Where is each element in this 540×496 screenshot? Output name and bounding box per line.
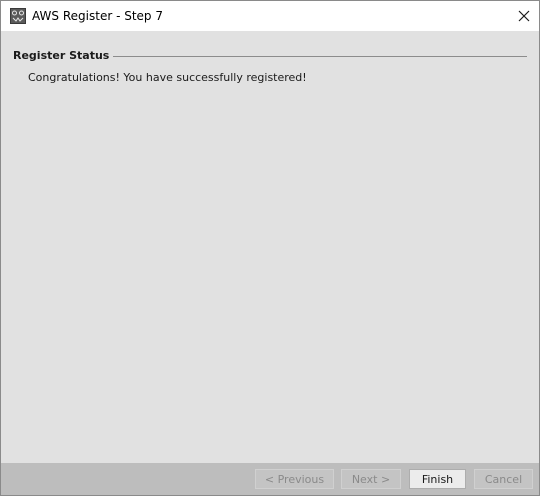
status-message: Congratulations! You have successfully r… bbox=[28, 71, 307, 84]
wizard-content: Register Status Congratulations! You hav… bbox=[1, 31, 539, 463]
window-title: AWS Register - Step 7 bbox=[32, 9, 163, 23]
button-bar: < Previous Next > Finish Cancel bbox=[1, 463, 539, 495]
group-title: Register Status bbox=[13, 48, 110, 62]
register-wizard-window: AWS Register - Step 7 Register Status Co… bbox=[0, 0, 540, 496]
group-divider bbox=[113, 56, 527, 57]
previous-button[interactable]: < Previous bbox=[255, 469, 334, 489]
close-button[interactable] bbox=[509, 1, 539, 31]
register-status-group: Register Status bbox=[13, 47, 527, 63]
cancel-button[interactable]: Cancel bbox=[474, 469, 533, 489]
next-button[interactable]: Next > bbox=[341, 469, 401, 489]
aws-app-icon bbox=[10, 8, 26, 24]
finish-button[interactable]: Finish bbox=[409, 469, 466, 489]
close-icon bbox=[518, 10, 530, 22]
title-bar: AWS Register - Step 7 bbox=[1, 1, 539, 31]
